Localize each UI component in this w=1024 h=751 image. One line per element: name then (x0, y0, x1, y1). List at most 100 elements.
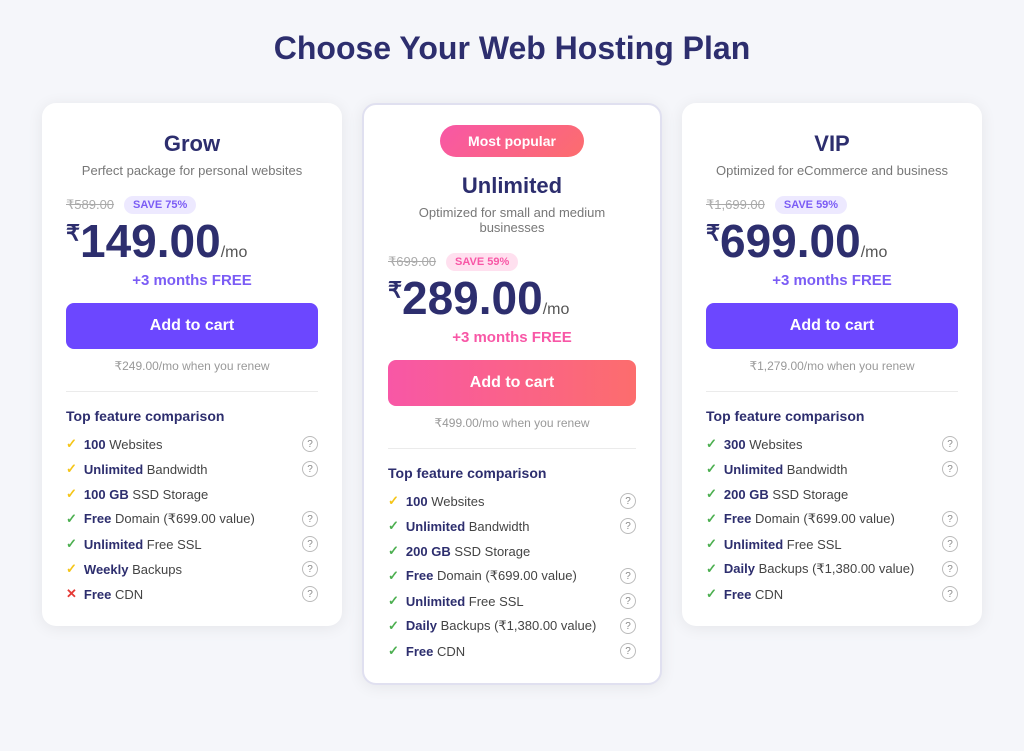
feature-left: ✓ Free Domain (₹699.00 value) (706, 511, 895, 527)
save-badge-grow: SAVE 75% (124, 196, 196, 214)
feature-text: Daily Backups (₹1,380.00 value) (724, 561, 914, 577)
help-icon[interactable]: ? (620, 518, 636, 534)
feature-text: 200 GB SSD Storage (724, 487, 848, 502)
feature-item: ✓ Weekly Backups ? (66, 561, 318, 577)
feature-item: ✓ Free Domain (₹699.00 value) ? (388, 568, 636, 584)
divider (388, 448, 636, 449)
feature-list-vip: ✓ 300 Websites ? ✓ Unlimited Bandwidth ?… (706, 436, 958, 602)
add-to-cart-button-unlimited[interactable]: Add to cart (388, 360, 636, 406)
feature-left: ✕ Free CDN (66, 586, 143, 602)
feature-text: Free CDN (724, 587, 783, 602)
original-price-vip: ₹1,699.00 (706, 197, 765, 213)
feature-bold: Unlimited (724, 462, 783, 477)
plan-name-grow: Grow (66, 131, 318, 157)
plan-name-unlimited: Unlimited (388, 173, 636, 199)
feature-list-unlimited: ✓ 100 Websites ? ✓ Unlimited Bandwidth ?… (388, 493, 636, 659)
feature-left: ✓ Unlimited Bandwidth (66, 461, 207, 477)
divider (706, 391, 958, 392)
save-badge-vip: SAVE 59% (775, 196, 847, 214)
feature-bold: 100 (406, 494, 428, 509)
check-icon: ✓ (66, 486, 77, 502)
add-to-cart-button-vip[interactable]: Add to cart (706, 303, 958, 349)
feature-left: ✓ Unlimited Free SSL (388, 593, 524, 609)
feature-bold: Free (406, 568, 433, 583)
currency-symbol: ₹ (388, 278, 402, 303)
help-icon[interactable]: ? (942, 536, 958, 552)
feature-bold: Weekly (84, 562, 129, 577)
feature-item: ✓ Free CDN ? (388, 643, 636, 659)
help-icon[interactable]: ? (302, 436, 318, 452)
check-icon: ✓ (706, 436, 717, 452)
help-icon[interactable]: ? (942, 511, 958, 527)
help-icon[interactable]: ? (620, 568, 636, 584)
help-icon[interactable]: ? (302, 536, 318, 552)
feature-item: ✓ Free Domain (₹699.00 value) ? (66, 511, 318, 527)
help-icon[interactable]: ? (620, 593, 636, 609)
feature-item: ✓ 100 Websites ? (388, 493, 636, 509)
help-icon[interactable]: ? (620, 643, 636, 659)
feature-text: Weekly Backups (84, 562, 182, 577)
check-icon: ✓ (388, 493, 399, 509)
free-months-vip: +3 months FREE (706, 272, 958, 289)
features-title-vip: Top feature comparison (706, 408, 958, 424)
feature-bold: Free (84, 587, 111, 602)
check-icon: ✕ (66, 586, 77, 602)
feature-text: 100 GB SSD Storage (84, 487, 208, 502)
check-icon: ✓ (706, 536, 717, 552)
feature-left: ✓ Unlimited Bandwidth (388, 518, 529, 534)
feature-bold: Unlimited (406, 594, 465, 609)
check-icon: ✓ (388, 518, 399, 534)
feature-bold: 300 (724, 437, 746, 452)
add-to-cart-button-grow[interactable]: Add to cart (66, 303, 318, 349)
check-icon: ✓ (388, 643, 399, 659)
help-icon[interactable]: ? (302, 461, 318, 477)
feature-bold: Free (406, 644, 433, 659)
feature-item: ✓ 100 Websites ? (66, 436, 318, 452)
feature-bold: Unlimited (406, 519, 465, 534)
feature-text: Unlimited Free SSL (724, 537, 842, 552)
feature-left: ✓ Daily Backups (₹1,380.00 value) (388, 618, 596, 634)
feature-bold: 100 (84, 437, 106, 452)
feature-left: ✓ Unlimited Bandwidth (706, 461, 847, 477)
help-icon[interactable]: ? (620, 493, 636, 509)
check-icon: ✓ (388, 568, 399, 584)
free-months-grow: +3 months FREE (66, 272, 318, 289)
main-price-vip: ₹699.00/mo (706, 218, 958, 264)
feature-item: ✓ Daily Backups (₹1,380.00 value) ? (706, 561, 958, 577)
original-price-unlimited: ₹699.00 (388, 254, 436, 270)
free-months-unlimited: +3 months FREE (388, 329, 636, 346)
feature-item: ✓ Unlimited Bandwidth ? (706, 461, 958, 477)
help-icon[interactable]: ? (942, 561, 958, 577)
feature-item: ✓ Free Domain (₹699.00 value) ? (706, 511, 958, 527)
features-title-unlimited: Top feature comparison (388, 465, 636, 481)
help-icon[interactable]: ? (942, 436, 958, 452)
currency-symbol: ₹ (706, 221, 720, 246)
help-icon[interactable]: ? (942, 461, 958, 477)
feature-bold: Daily (724, 561, 755, 576)
feature-text: Unlimited Bandwidth (724, 462, 848, 477)
feature-bold: Free (724, 511, 751, 526)
plan-name-vip: VIP (706, 131, 958, 157)
help-icon[interactable]: ? (302, 511, 318, 527)
original-price-grow: ₹589.00 (66, 197, 114, 213)
period: /mo (543, 301, 570, 318)
check-icon: ✓ (66, 536, 77, 552)
plan-desc-unlimited: Optimized for small and medium businesse… (388, 205, 636, 235)
help-icon[interactable]: ? (302, 586, 318, 602)
period: /mo (221, 244, 248, 261)
feature-bold: 100 GB (84, 487, 129, 502)
main-price-grow: ₹149.00/mo (66, 218, 318, 264)
plan-card-unlimited: Most popular Unlimited Optimized for smal… (362, 103, 662, 685)
feature-left: ✓ Daily Backups (₹1,380.00 value) (706, 561, 914, 577)
check-icon: ✓ (388, 593, 399, 609)
main-price-unlimited: ₹289.00/mo (388, 275, 636, 321)
help-icon[interactable]: ? (302, 561, 318, 577)
feature-text: Free Domain (₹699.00 value) (406, 568, 577, 584)
feature-text: 100 Websites (406, 494, 485, 509)
help-icon[interactable]: ? (620, 618, 636, 634)
feature-left: ✓ 100 GB SSD Storage (66, 486, 208, 502)
help-icon[interactable]: ? (942, 586, 958, 602)
check-icon: ✓ (388, 618, 399, 634)
popular-badge: Most popular (440, 125, 584, 157)
renew-price-grow: ₹249.00/mo when you renew (66, 359, 318, 373)
